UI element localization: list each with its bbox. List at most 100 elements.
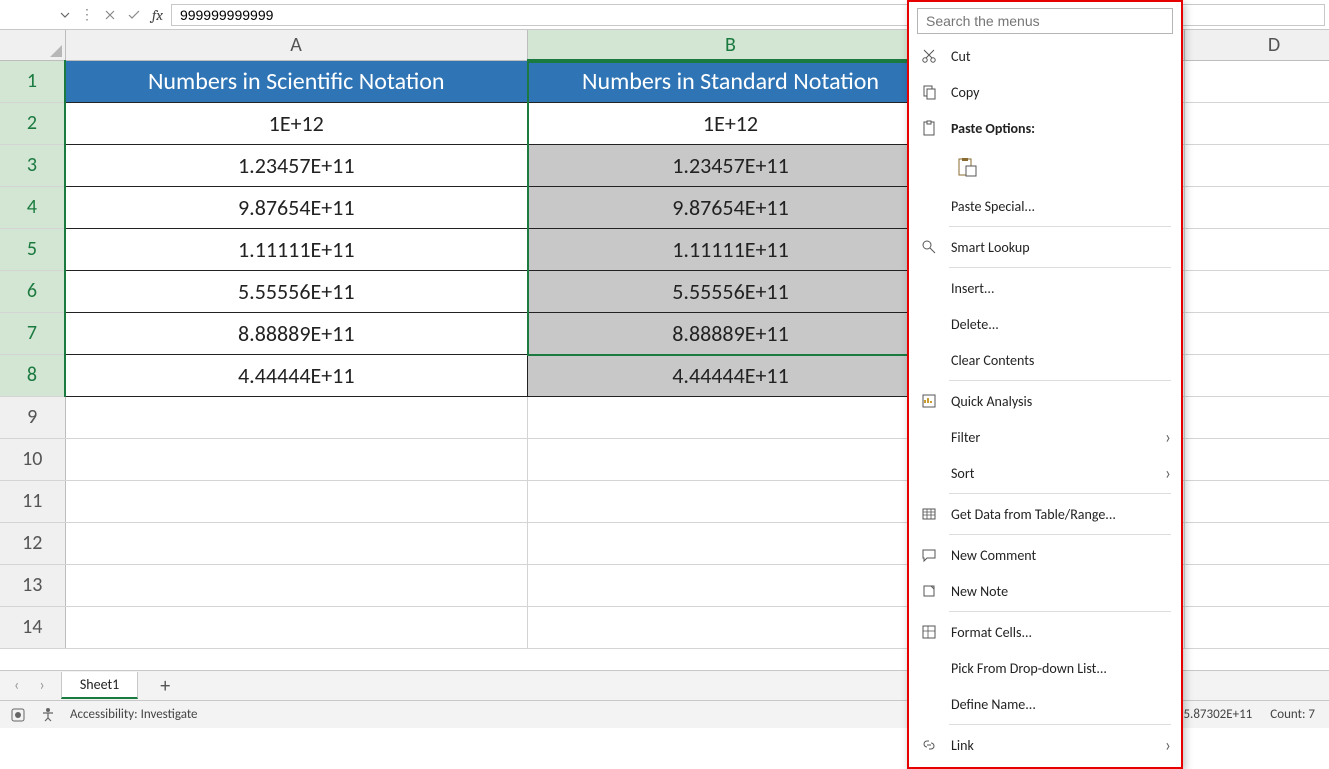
tab-prev-button[interactable]: ‹ (10, 676, 23, 695)
cell-b7[interactable]: 8.88889E+11 (527, 312, 934, 354)
ctx-label: Sort (951, 465, 1153, 482)
ctx-get-data[interactable]: Get Data from Table/Range... (909, 496, 1181, 532)
chevron-right-icon: › (1165, 734, 1171, 756)
cell[interactable] (527, 396, 934, 438)
ctx-copy[interactable]: Copy (909, 74, 1181, 110)
ctx-delete[interactable]: Delete... (909, 306, 1181, 342)
cell[interactable] (1184, 354, 1329, 396)
select-all-corner[interactable] (0, 30, 65, 60)
copy-icon (919, 84, 939, 100)
ctx-quick-analysis[interactable]: Quick Analysis (909, 383, 1181, 419)
cell[interactable] (1184, 564, 1329, 606)
ctx-filter[interactable]: Filter › (909, 419, 1181, 455)
cell-a7[interactable]: 8.88889E+11 (65, 312, 527, 354)
cell[interactable] (1184, 396, 1329, 438)
tab-next-button[interactable]: › (35, 676, 48, 695)
comment-icon (919, 547, 939, 563)
cell[interactable] (1184, 522, 1329, 564)
cell[interactable] (1184, 606, 1329, 648)
add-sheet-button[interactable]: + (150, 674, 180, 698)
cell-b1[interactable]: Numbers in Standard Notation (527, 60, 934, 102)
ctx-new-note[interactable]: New Note (909, 573, 1181, 609)
fx-label[interactable]: fx (148, 6, 167, 24)
column-header-b[interactable]: B (527, 30, 934, 60)
sheet-tab-active[interactable]: Sheet1 (61, 672, 138, 699)
cell[interactable] (65, 438, 527, 480)
ctx-clear-contents[interactable]: Clear Contents (909, 342, 1181, 378)
ctx-sort[interactable]: Sort › (909, 455, 1181, 491)
cell-b3[interactable]: 1.23457E+11 (527, 144, 934, 186)
cell-a4[interactable]: 9.87654E+11 (65, 186, 527, 228)
row-header[interactable]: 14 (0, 606, 65, 648)
row-header[interactable]: 8 (0, 354, 65, 396)
column-header-a[interactable]: A (65, 30, 527, 60)
cell[interactable] (1184, 186, 1329, 228)
cell[interactable] (1184, 312, 1329, 354)
cut-icon (919, 48, 939, 64)
ctx-pick-dropdown[interactable]: Pick From Drop-down List... (909, 650, 1181, 686)
cell[interactable] (527, 564, 934, 606)
cell[interactable] (527, 606, 934, 648)
row-header[interactable]: 5 (0, 228, 65, 270)
macro-record-icon[interactable] (10, 707, 26, 723)
ctx-paste-special[interactable]: Paste Special... (909, 188, 1181, 224)
cell[interactable] (527, 438, 934, 480)
context-menu-search[interactable] (917, 8, 1173, 34)
row-header[interactable]: 3 (0, 144, 65, 186)
row-header[interactable]: 1 (0, 60, 65, 102)
cell[interactable] (1184, 102, 1329, 144)
row-header[interactable]: 12 (0, 522, 65, 564)
paste-default-button[interactable] (951, 151, 983, 183)
ctx-label: Format Cells... (951, 624, 1171, 641)
enter-formula-button[interactable] (124, 5, 144, 25)
cell-a1[interactable]: Numbers in Scientific Notation (65, 60, 527, 102)
cell-a8[interactable]: 4.44444E+11 (65, 354, 527, 396)
cell-b6[interactable]: 5.55556E+11 (527, 270, 934, 312)
row-header[interactable]: 10 (0, 438, 65, 480)
ctx-cut[interactable]: Cut (909, 38, 1181, 74)
cell-a2[interactable]: 1E+12 (65, 102, 527, 144)
cell-d1[interactable] (1184, 60, 1329, 102)
ctx-new-comment[interactable]: New Comment (909, 537, 1181, 573)
row-header[interactable]: 6 (0, 270, 65, 312)
status-average: 5.87302E+11 (1183, 707, 1252, 722)
cell[interactable] (1184, 438, 1329, 480)
ctx-insert[interactable]: Insert... (909, 270, 1181, 306)
cell[interactable] (1184, 270, 1329, 312)
accessibility-icon[interactable] (40, 707, 56, 723)
cell[interactable] (65, 396, 527, 438)
ctx-define-name[interactable]: Define Name... (909, 686, 1181, 722)
cell[interactable] (527, 522, 934, 564)
cell-b5[interactable]: 1.11111E+11 (527, 228, 934, 270)
name-box[interactable] (4, 10, 74, 20)
row-header[interactable]: 2 (0, 102, 65, 144)
cell[interactable] (65, 564, 527, 606)
ctx-format-cells[interactable]: Format Cells... (909, 614, 1181, 650)
cancel-formula-button[interactable] (100, 5, 120, 25)
row-header[interactable]: 4 (0, 186, 65, 228)
ctx-label: Smart Lookup (951, 239, 1171, 256)
ctx-label: Pick From Drop-down List... (951, 660, 1171, 677)
cell[interactable] (65, 522, 527, 564)
row-header[interactable]: 7 (0, 312, 65, 354)
accessibility-status[interactable]: Accessibility: Investigate (70, 707, 198, 722)
cell-b2[interactable]: 1E+12 (527, 102, 934, 144)
cell[interactable] (1184, 144, 1329, 186)
row-header[interactable]: 11 (0, 480, 65, 522)
cell[interactable] (65, 480, 527, 522)
cell-a6[interactable]: 5.55556E+11 (65, 270, 527, 312)
row-header[interactable]: 13 (0, 564, 65, 606)
cell-a5[interactable]: 1.11111E+11 (65, 228, 527, 270)
cell[interactable] (527, 480, 934, 522)
ctx-label: Cut (951, 48, 1171, 65)
ctx-smart-lookup[interactable]: Smart Lookup (909, 229, 1181, 265)
ctx-link[interactable]: Link › (909, 727, 1181, 763)
cell-a3[interactable]: 1.23457E+11 (65, 144, 527, 186)
cell-b8[interactable]: 4.44444E+11 (527, 354, 934, 396)
cell-b4[interactable]: 9.87654E+11 (527, 186, 934, 228)
cell[interactable] (1184, 480, 1329, 522)
cell[interactable] (1184, 228, 1329, 270)
column-header-d[interactable]: D (1184, 30, 1329, 60)
row-header[interactable]: 9 (0, 396, 65, 438)
cell[interactable] (65, 606, 527, 648)
